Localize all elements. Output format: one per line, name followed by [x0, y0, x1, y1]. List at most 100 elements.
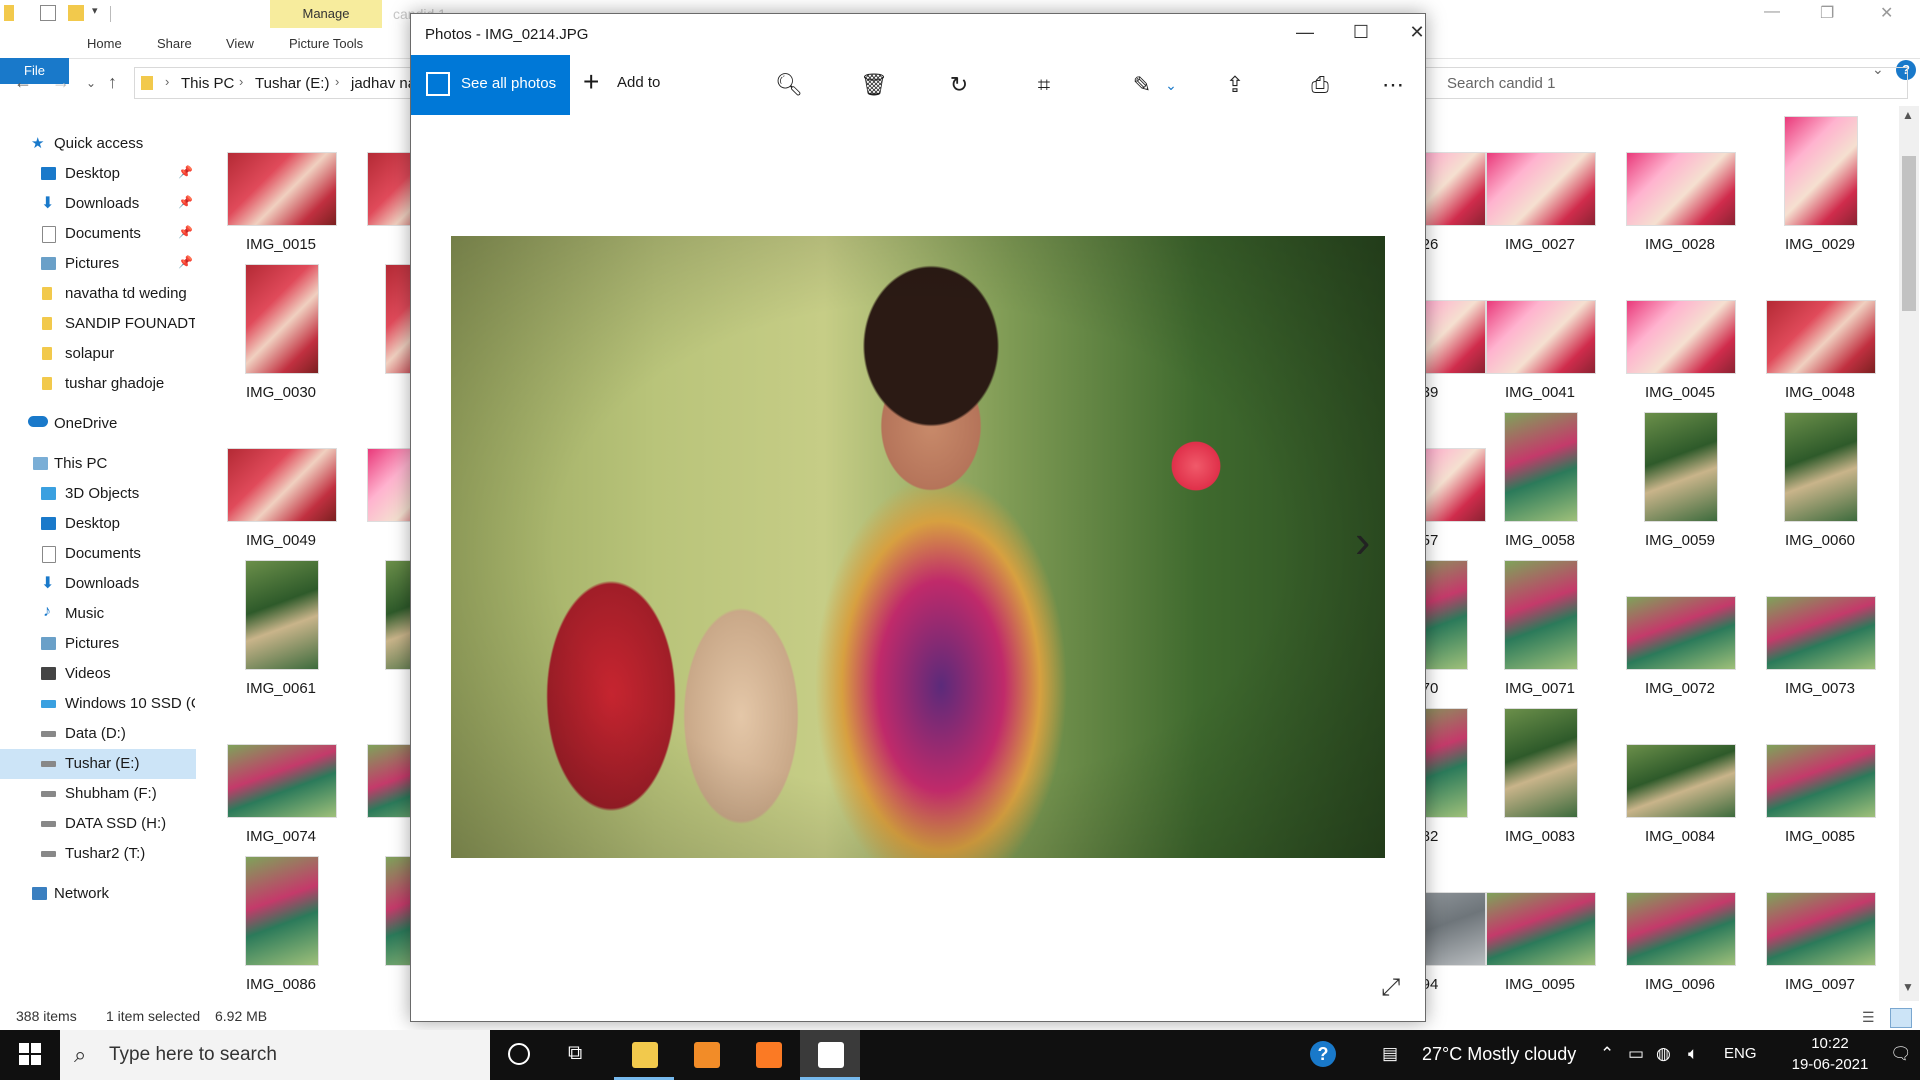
new-folder-icon[interactable]	[68, 5, 84, 21]
properties-icon[interactable]	[40, 5, 56, 21]
file-thumbnail[interactable]: IMG_0041	[1470, 264, 1610, 412]
file-thumbnail[interactable]: IMG_0027	[1470, 116, 1610, 264]
forward-icon[interactable]: →	[52, 72, 70, 93]
address-bar[interactable]: › This PC › Tushar (E:) › jadhav na	[134, 67, 416, 99]
sidebar-item-documents[interactable]: Documents	[0, 539, 196, 569]
file-thumbnail[interactable]: IMG_0028	[1610, 116, 1750, 264]
file-thumbnail[interactable]: IMG_0073	[1750, 560, 1890, 708]
chevron-up-icon[interactable]: ⌃	[1600, 1044, 1614, 1064]
pin-icon[interactable]: 📌	[178, 165, 193, 179]
close-icon[interactable]: ✕	[1394, 22, 1440, 43]
file-thumbnail[interactable]: IMG_0086	[211, 856, 351, 1004]
scroll-down-icon[interactable]: ▼	[1902, 980, 1914, 994]
cortana-button[interactable]	[490, 1030, 550, 1080]
scrollbar-thumb[interactable]	[1902, 156, 1916, 311]
sidebar-item-pictures[interactable]: Pictures 📌	[0, 249, 196, 279]
up-icon[interactable]: ↑	[108, 72, 117, 93]
sidebar-item-videos[interactable]: Videos	[0, 659, 196, 689]
taskbar-xampp[interactable]	[738, 1030, 798, 1080]
back-icon[interactable]: ←	[14, 72, 32, 93]
help-icon[interactable]: ?	[1310, 1041, 1336, 1067]
chevron-right-icon[interactable]: ›	[239, 74, 243, 89]
share-icon[interactable]: ⇪	[1220, 70, 1250, 100]
print-icon[interactable]: ⎙	[1305, 70, 1335, 100]
photo-viewer[interactable]	[451, 236, 1385, 858]
zoom-in-icon[interactable]: 🔍︎	[774, 70, 804, 100]
file-thumbnail[interactable]: IMG_0061	[211, 560, 351, 708]
sidebar-item-drive-c[interactable]: Windows 10 SSD (C	[0, 689, 196, 719]
tab-picture-tools[interactable]: Picture Tools	[289, 36, 363, 51]
sidebar-item-network[interactable]: Network	[0, 879, 196, 909]
sidebar-item-drive-e[interactable]: Tushar (E:)	[0, 749, 196, 779]
sidebar-item-3d-objects[interactable]: 3D Objects	[0, 479, 196, 509]
sidebar-item-pictures[interactable]: Pictures	[0, 629, 196, 659]
tab-home[interactable]: Home	[87, 36, 122, 51]
breadcrumb-this-pc[interactable]: This PC	[181, 75, 234, 92]
minimize-icon[interactable]: —	[1282, 22, 1328, 43]
sidebar-item-documents[interactable]: Documents 📌	[0, 219, 196, 249]
sidebar-item-drive-t[interactable]: Tushar2 (T:)	[0, 839, 196, 869]
sidebar-item-downloads[interactable]: ⬇ Downloads 📌	[0, 189, 196, 219]
delete-icon[interactable]: 🗑︎	[859, 70, 889, 100]
globe-icon[interactable]: ◍	[1656, 1044, 1671, 1064]
scroll-up-icon[interactable]: ▲	[1902, 108, 1914, 122]
large-icons-view-icon[interactable]	[1890, 1008, 1912, 1028]
pin-icon[interactable]: 📌	[178, 225, 193, 239]
weather-widget[interactable]: 27°C Mostly cloudy	[1422, 1044, 1576, 1065]
file-thumbnail[interactable]: IMG_0084	[1610, 708, 1750, 856]
language-indicator[interactable]: ENG	[1724, 1045, 1757, 1062]
sidebar-item-music[interactable]: ♪ Music	[0, 599, 196, 629]
taskbar-sublime[interactable]	[676, 1030, 736, 1080]
sidebar-item-desktop[interactable]: Desktop	[0, 509, 196, 539]
details-view-icon[interactable]: ☰	[1862, 1009, 1875, 1026]
file-thumbnail[interactable]: IMG_0048	[1750, 264, 1890, 412]
close-icon[interactable]: ✕	[1880, 3, 1893, 23]
recent-locations-icon[interactable]: ⌄	[86, 76, 96, 90]
file-thumbnail[interactable]: IMG_0096	[1610, 856, 1750, 1004]
tab-view[interactable]: View	[226, 36, 254, 51]
rotate-icon[interactable]: ↻	[944, 70, 974, 100]
file-thumbnail[interactable]: IMG_0072	[1610, 560, 1750, 708]
sidebar-item-drive-f[interactable]: Shubham (F:)	[0, 779, 196, 809]
sidebar-item-desktop[interactable]: Desktop 📌	[0, 159, 196, 189]
file-thumbnail[interactable]: IMG_0071	[1470, 560, 1610, 708]
sidebar-item-downloads[interactable]: ⬇ Downloads	[0, 569, 196, 599]
file-thumbnail[interactable]: IMG_0083	[1470, 708, 1610, 856]
edit-icon[interactable]: ✎	[1127, 70, 1157, 100]
sidebar-item-drive-h[interactable]: DATA SSD (H:)	[0, 809, 196, 839]
customize-qat-icon[interactable]: ▾	[92, 4, 98, 17]
sidebar-item-folder[interactable]: navatha td weding	[0, 279, 196, 309]
clock-date[interactable]: 19-06-2021	[1790, 1056, 1870, 1073]
restore-icon[interactable]: ❐	[1820, 3, 1834, 23]
tab-manage[interactable]: Manage	[270, 0, 382, 28]
file-thumbnail[interactable]: IMG_0060	[1750, 412, 1890, 560]
search-input[interactable]: Search candid 1	[1412, 67, 1908, 99]
see-all-photos-button[interactable]: See all photos	[411, 55, 570, 115]
chevron-right-icon[interactable]: ›	[165, 74, 169, 89]
file-thumbnail[interactable]: IMG_0029	[1750, 116, 1890, 264]
crop-icon[interactable]: ⌗	[1029, 70, 1059, 100]
sidebar-item-folder[interactable]: tushar ghadoje	[0, 369, 196, 399]
sidebar-item-drive-d[interactable]: Data (D:)	[0, 719, 196, 749]
expand-icon[interactable]: ⤢	[1381, 974, 1400, 1002]
file-thumbnail[interactable]: IMG_0074	[211, 708, 351, 856]
file-thumbnail[interactable]: IMG_0049	[211, 412, 351, 560]
sidebar-item-folder[interactable]: solapur	[0, 339, 196, 369]
file-thumbnail[interactable]: IMG_0095	[1470, 856, 1610, 1004]
sidebar-item-quick-access[interactable]: ★ Quick access	[0, 129, 196, 159]
volume-icon[interactable]: 🔈︎	[1688, 1044, 1698, 1064]
file-thumbnail[interactable]: IMG_0059	[1610, 412, 1750, 560]
chevron-down-icon[interactable]: ⌄	[1156, 70, 1186, 100]
breadcrumb-drive[interactable]: Tushar (E:)	[255, 75, 329, 92]
maximize-icon[interactable]: ☐	[1338, 22, 1384, 43]
file-thumbnail[interactable]: IMG_0097	[1750, 856, 1890, 1004]
start-button[interactable]	[0, 1030, 60, 1080]
clock-time[interactable]: 10:22	[1790, 1035, 1870, 1052]
breadcrumb-folder[interactable]: jadhav na	[351, 75, 416, 92]
battery-icon[interactable]: ▭	[1628, 1044, 1644, 1064]
minimize-icon[interactable]: —	[1764, 3, 1780, 21]
file-thumbnail[interactable]: IMG_0030	[211, 264, 351, 412]
taskbar-photos[interactable]	[800, 1030, 860, 1080]
chevron-right-icon[interactable]: ›	[335, 74, 339, 89]
more-icon[interactable]: ⋯	[1378, 70, 1408, 100]
